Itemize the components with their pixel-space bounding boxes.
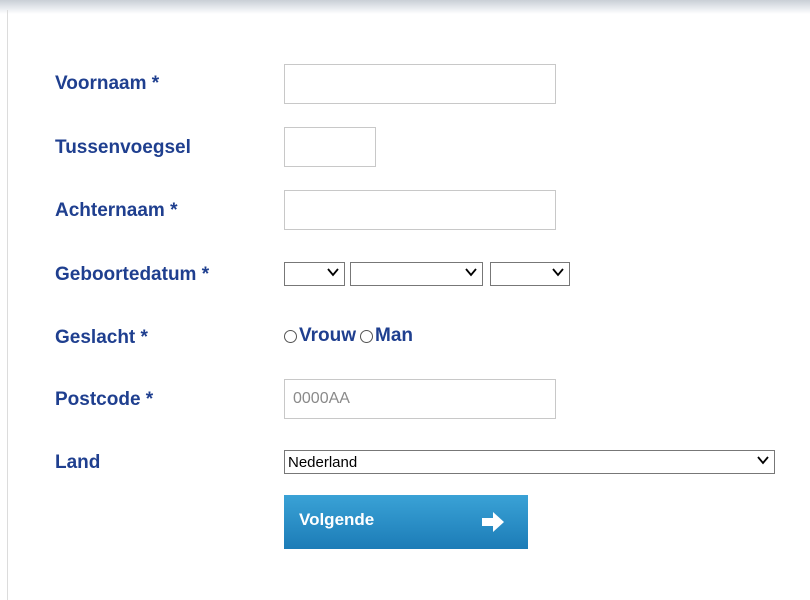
- chevron-down-icon: [757, 456, 769, 465]
- next-button-label: Volgende: [299, 510, 375, 529]
- left-border: [7, 10, 8, 600]
- chevron-down-icon: [327, 268, 339, 277]
- radio-man[interactable]: [360, 329, 374, 343]
- tussenvoegsel-input[interactable]: [284, 127, 376, 167]
- chevron-down-icon: [552, 268, 564, 277]
- gender-option-vrouw[interactable]: Vrouw: [284, 325, 356, 347]
- voornaam-input[interactable]: [284, 64, 556, 104]
- chevron-down-icon: [465, 268, 477, 277]
- geboortedatum-label: Geboortedatum *: [55, 264, 210, 285]
- gender-label-man: Man: [375, 325, 414, 346]
- land-label: Land: [55, 452, 101, 473]
- next-button[interactable]: Volgende: [284, 495, 528, 549]
- arrow-right-icon: [482, 512, 504, 532]
- top-bar: [0, 0, 810, 14]
- birth-month-select[interactable]: [350, 262, 483, 286]
- radio-vrouw[interactable]: [284, 329, 297, 343]
- gender-radio-group: Vrouw Man: [284, 325, 417, 347]
- postcode-input[interactable]: [284, 379, 556, 419]
- voornaam-label: Voornaam *: [55, 73, 160, 94]
- gender-option-man[interactable]: Man: [360, 325, 413, 347]
- land-value: Nederland: [288, 454, 358, 471]
- achternaam-input[interactable]: [284, 190, 556, 230]
- land-select[interactable]: Nederland: [284, 450, 775, 474]
- achternaam-label: Achternaam *: [55, 200, 178, 221]
- birth-year-select[interactable]: [490, 262, 570, 286]
- gender-label-vrouw: Vrouw: [299, 325, 357, 346]
- birth-day-select[interactable]: [284, 262, 345, 286]
- geslacht-label: Geslacht *: [55, 327, 148, 348]
- tussenvoegsel-label: Tussenvoegsel: [55, 137, 191, 158]
- postcode-label: Postcode *: [55, 389, 154, 410]
